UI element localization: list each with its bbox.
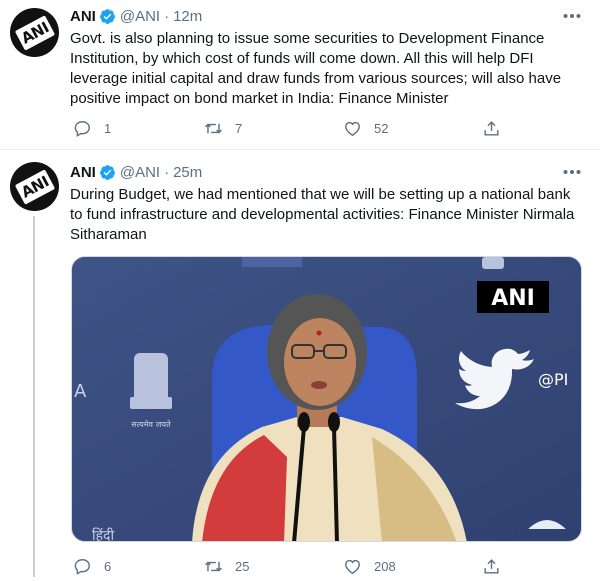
reply-button[interactable]: 6 xyxy=(73,554,111,578)
backdrop-handle: @PI xyxy=(538,370,568,389)
timestamp[interactable]: 25m xyxy=(173,164,202,181)
emblem-caption: सत्यमेव जयते xyxy=(131,419,171,429)
separator-dot: · xyxy=(164,163,170,181)
heart-icon xyxy=(345,121,360,136)
reply-count: 1 xyxy=(104,120,112,136)
tweet[interactable]: ANI ANI @ANI · 25m During Budget, we had… xyxy=(0,150,600,581)
retweet-button[interactable]: 7 xyxy=(204,116,242,140)
tweet-header: ANI @ANI · 12m xyxy=(70,6,202,26)
backdrop-letter: A xyxy=(74,381,87,402)
separator-dot: · xyxy=(164,7,170,25)
display-name[interactable]: ANI xyxy=(70,164,96,181)
more-options-icon[interactable] xyxy=(562,8,582,24)
reply-icon xyxy=(74,120,90,137)
small-emblem-icon xyxy=(482,257,504,269)
thread-line xyxy=(33,216,35,577)
ani-logo: ANI xyxy=(14,14,55,51)
reply-count: 6 xyxy=(104,558,112,574)
avatar[interactable]: ANI xyxy=(10,162,59,211)
tweet-actions: 1 7 52 xyxy=(68,116,508,140)
share-button[interactable] xyxy=(482,554,501,578)
backdrop-hindi-text: हिंदी xyxy=(92,527,114,542)
share-button[interactable] xyxy=(482,116,501,140)
heart-icon xyxy=(345,559,360,574)
retweet-button[interactable]: 25 xyxy=(204,554,249,578)
tweet-text: Govt. is also planning to issue some sec… xyxy=(70,30,562,107)
retweet-count: 7 xyxy=(235,120,243,136)
like-count: 52 xyxy=(374,120,389,136)
national-emblem-icon xyxy=(130,353,172,409)
handle[interactable]: @ANI xyxy=(120,8,160,25)
ani-logo: ANI xyxy=(14,168,55,205)
verified-badge-icon xyxy=(99,8,115,24)
reply-button[interactable]: 1 xyxy=(73,116,111,140)
more-options-icon[interactable] xyxy=(562,164,582,180)
like-button[interactable]: 52 xyxy=(343,116,388,140)
retweet-count: 25 xyxy=(235,558,250,574)
like-count: 208 xyxy=(374,558,396,574)
share-icon xyxy=(484,120,499,136)
tweet[interactable]: ANI ANI @ANI · 12m Govt. is also plannin… xyxy=(0,0,600,150)
tweet-header: ANI @ANI · 25m xyxy=(70,162,202,182)
share-icon xyxy=(484,558,499,574)
retweet-icon xyxy=(205,561,222,571)
handle[interactable]: @ANI xyxy=(120,164,160,181)
reply-icon xyxy=(74,558,90,575)
ani-watermark: ANI xyxy=(491,286,535,311)
verified-badge-icon xyxy=(99,164,115,180)
tweet-text: During Budget, we had mentioned that we … xyxy=(70,186,575,243)
timestamp[interactable]: 12m xyxy=(173,8,202,25)
tweet-media-image[interactable]: सत्यमेव जयते A @PI ANI हिंदी xyxy=(71,256,582,542)
avatar[interactable]: ANI xyxy=(10,8,59,57)
like-button[interactable]: 208 xyxy=(343,554,396,578)
tweet-actions: 6 25 208 xyxy=(68,554,508,578)
retweet-icon xyxy=(205,123,222,133)
press-conference-photo: सत्यमेव जयते A @PI ANI हिंदी xyxy=(72,257,581,542)
display-name[interactable]: ANI xyxy=(70,8,96,25)
